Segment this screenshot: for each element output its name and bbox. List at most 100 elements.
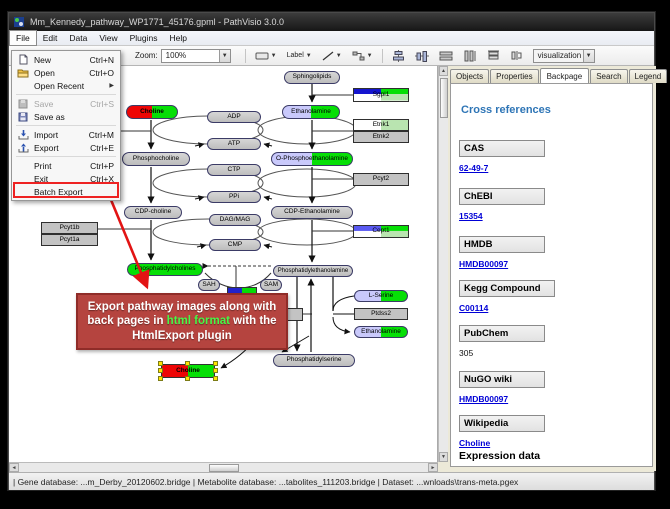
node-pcyt1a[interactable]: Pcyt1a — [41, 234, 98, 246]
node-etnk2[interactable]: Etnk2 — [353, 131, 409, 143]
file-menu-open-recent[interactable]: Open Recent ▶ — [12, 79, 120, 92]
chevron-down-icon[interactable]: ▼ — [367, 53, 373, 59]
node-phosphatidylcholines[interactable]: Phosphatidylcholines — [127, 263, 203, 276]
selection-handle[interactable] — [158, 368, 163, 373]
vertical-scroll-thumb[interactable] — [440, 78, 448, 118]
align-center-y-button[interactable] — [412, 48, 432, 64]
xref-link[interactable]: 62-49-7 — [459, 163, 488, 173]
file-menu-export[interactable]: Export Ctrl+E — [12, 141, 120, 154]
screenshot-frame: Mm_Kennedy_pathway_WP1771_45176.gpml - P… — [0, 0, 670, 509]
node-ptdss2[interactable]: Ptdss2 — [354, 308, 408, 320]
scroll-left-icon[interactable]: ◄ — [9, 463, 19, 472]
node-cmp[interactable]: CMP — [209, 239, 261, 251]
chevron-down-icon[interactable]: ▼ — [306, 53, 312, 59]
chevron-down-icon[interactable]: ▼ — [583, 50, 594, 62]
node-sam[interactable]: SAM — [260, 279, 282, 291]
scroll-down-icon[interactable]: ▼ — [439, 452, 448, 462]
node-sgpl1[interactable]: Sgpl1 — [353, 88, 409, 102]
node-adp[interactable]: ADP — [207, 111, 261, 123]
node-label: DAG/MAG — [220, 217, 251, 224]
node-sphingolipids[interactable]: Sphingolipids — [284, 71, 340, 84]
menu-file[interactable]: File — [9, 30, 37, 46]
node-pcyt2[interactable]: Pcyt2 — [353, 173, 409, 186]
xref-link[interactable]: 15354 — [459, 211, 483, 221]
selection-handle[interactable] — [185, 361, 190, 366]
chevron-down-icon[interactable]: ▼ — [336, 53, 342, 59]
common-height-button[interactable] — [507, 48, 525, 64]
file-menu-open[interactable]: Open Ctrl+O — [12, 66, 120, 79]
horizontal-scroll-thumb[interactable] — [209, 464, 239, 472]
file-menu-save-as[interactable]: Save as — [12, 110, 120, 123]
scroll-up-icon[interactable]: ▲ — [439, 66, 448, 76]
tab-backpage[interactable]: Backpage — [540, 68, 590, 84]
node-label: L-Serine — [369, 293, 394, 300]
node-cdp-ethanolamine[interactable]: CDP-Ethanolamine — [271, 206, 353, 219]
line-tool-button[interactable]: ▼ — [319, 48, 345, 64]
menu-edit[interactable]: Edit — [37, 31, 64, 45]
chevron-down-icon[interactable]: ▼ — [271, 53, 277, 59]
node-choline-selected[interactable]: Choline — [161, 364, 215, 378]
file-menu-new[interactable]: New Ctrl+N — [12, 53, 120, 66]
menu-help[interactable]: Help — [164, 31, 193, 45]
tab-search[interactable]: Search — [590, 69, 627, 83]
node-cdp-choline[interactable]: CDP-choline — [124, 206, 182, 219]
node-phosphatidylethanolamine[interactable]: Phosphatidylethanolamine — [273, 265, 353, 277]
selection-handle[interactable] — [158, 376, 163, 381]
node-ppi[interactable]: PPi — [207, 191, 261, 203]
toolbar-separator — [382, 49, 383, 63]
node-ctp[interactable]: CTP — [207, 164, 261, 176]
label-tool-button[interactable]: Label ▼ — [284, 48, 315, 64]
tab-legend[interactable]: Legend — [629, 69, 668, 83]
common-width-button[interactable] — [484, 48, 503, 64]
node-etnk1[interactable]: Etnk1 — [353, 119, 409, 131]
selection-handle[interactable] — [185, 376, 190, 381]
menu-view[interactable]: View — [93, 31, 123, 45]
node-choline[interactable]: Choline — [126, 105, 178, 119]
horizontal-scrollbar[interactable]: ◄ ► — [9, 462, 438, 472]
node-pcyt1b[interactable]: Pcyt1b — [41, 222, 98, 234]
tab-objects[interactable]: Objects — [450, 69, 489, 83]
align-center-x-button[interactable] — [389, 48, 408, 64]
node-ethanolamine[interactable]: Ethanolamine — [282, 105, 340, 119]
distribute-vertical-icon — [463, 50, 477, 62]
visualization-combobox[interactable]: visualization ▼ — [533, 49, 595, 63]
node-label: Pcyt1a — [60, 237, 80, 244]
file-menu-print[interactable]: Print Ctrl+P — [12, 159, 120, 172]
xref-link[interactable]: C00114 — [459, 303, 488, 313]
scroll-right-icon[interactable]: ► — [428, 463, 438, 472]
xref-link[interactable]: Choline — [459, 438, 490, 448]
selection-handle[interactable] — [213, 368, 218, 373]
export-icon — [16, 142, 30, 153]
node-l-serine[interactable]: L-Serine — [354, 290, 408, 302]
node-dag-mag[interactable]: DAG/MAG — [209, 214, 261, 226]
xref-link[interactable]: HMDB00097 — [459, 259, 508, 269]
node-sah[interactable]: SAH — [198, 279, 220, 291]
menu-item-label: Import — [34, 130, 81, 140]
distribute-horizontal-button[interactable] — [436, 48, 456, 64]
node-ethanolamine-lower[interactable]: Ethanolamine — [354, 326, 408, 338]
selection-handle[interactable] — [213, 361, 218, 366]
node-phosphatidylserine[interactable]: Phosphatidylserine — [273, 354, 355, 367]
file-menu-save[interactable]: Save Ctrl+S — [12, 97, 120, 110]
tab-properties[interactable]: Properties — [490, 69, 538, 83]
chevron-down-icon[interactable]: ▼ — [219, 50, 230, 62]
node-label: ATP — [228, 141, 240, 148]
vertical-scrollbar[interactable]: ▲ ▼ — [438, 66, 448, 462]
xref-link[interactable]: HMDB00097 — [459, 394, 508, 404]
window-title: Mm_Kennedy_pathway_WP1771_45176.gpml - P… — [30, 17, 284, 27]
file-menu-import[interactable]: Import Ctrl+M — [12, 128, 120, 141]
selection-handle[interactable] — [158, 361, 163, 366]
side-panel-tabs: Objects Properties Backpage Search Legen… — [450, 67, 668, 83]
menu-data[interactable]: Data — [63, 31, 93, 45]
node-atp[interactable]: ATP — [207, 138, 261, 150]
distribute-vertical-button[interactable] — [460, 48, 480, 64]
zoom-combobox[interactable]: 100% ▼ — [161, 49, 231, 63]
gene-datanode-tool-button[interactable]: ▼ — [252, 48, 280, 64]
connector-tool-button[interactable]: ▼ — [349, 48, 376, 64]
selection-handle[interactable] — [213, 376, 218, 381]
backpage-panel: Cross references CAS 62-49-7 ChEBI 15354… — [450, 83, 653, 467]
menu-plugins[interactable]: Plugins — [124, 31, 164, 45]
node-phosphocholine[interactable]: Phosphocholine — [122, 152, 190, 166]
node-cept1[interactable]: Cept1 — [353, 225, 409, 238]
node-o-phosphoethanolamine[interactable]: O-Phosphoethanolamine — [271, 152, 353, 166]
